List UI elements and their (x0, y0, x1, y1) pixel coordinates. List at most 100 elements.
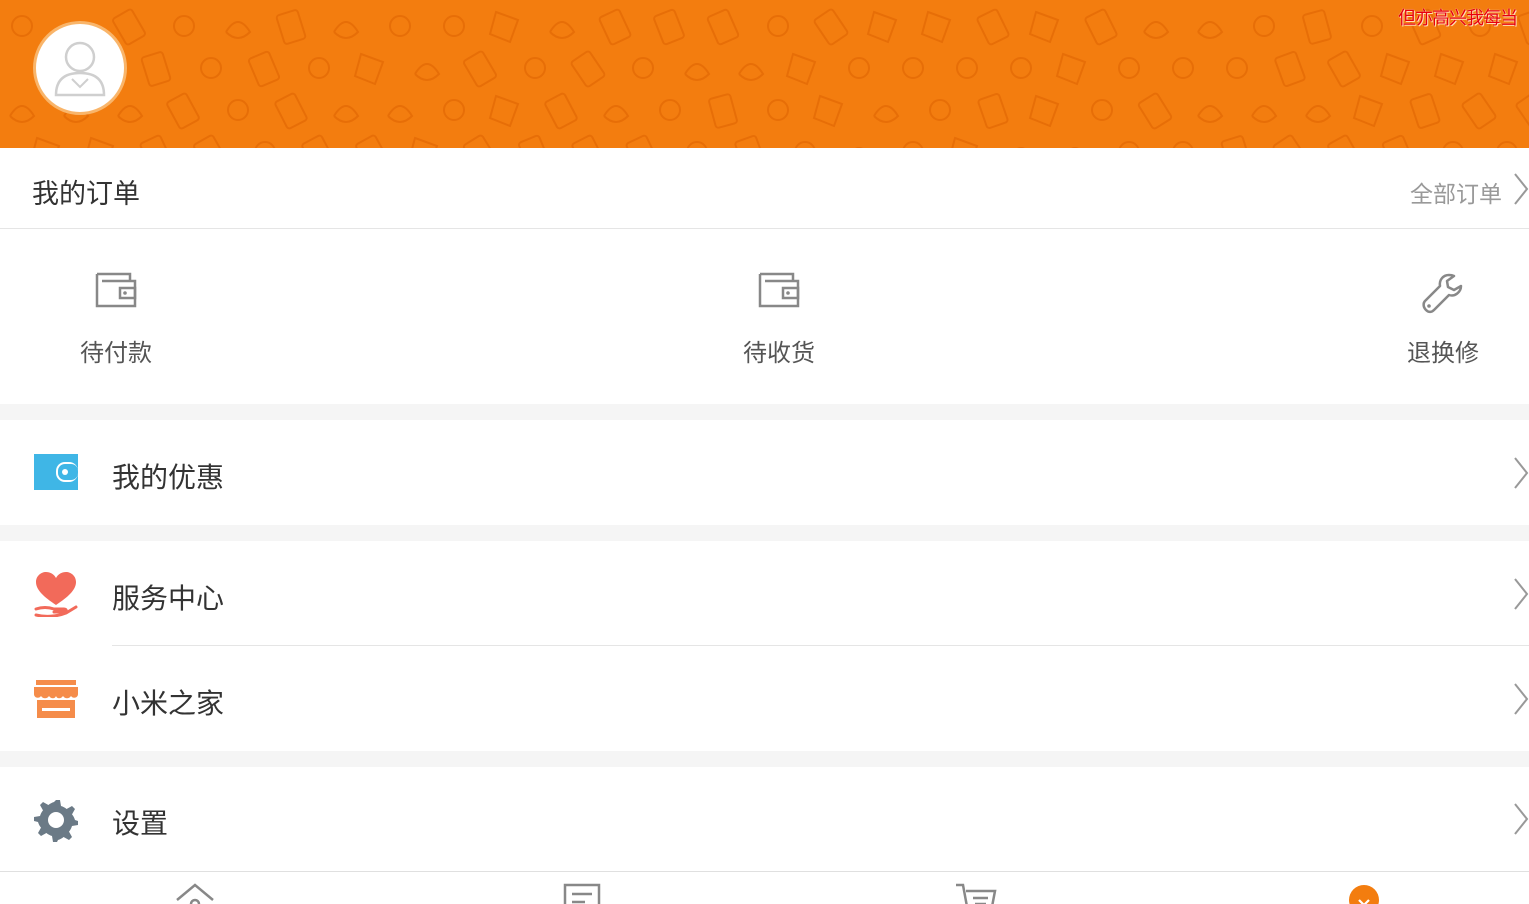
my-orders-header[interactable]: 我的订单 全部订单 (0, 148, 1529, 229)
pattern-doodle (603, 105, 630, 123)
pattern-doodle (389, 15, 411, 37)
pattern-doodle (355, 134, 389, 148)
pattern-doodle (659, 99, 681, 121)
order-item-label: 待收货 (743, 339, 815, 367)
pattern-doodle (684, 63, 711, 81)
user-avatar-icon (54, 41, 106, 97)
menu-row-settings[interactable]: 设置 (0, 767, 1529, 871)
pattern-doodle (173, 15, 195, 37)
pattern-doodle (11, 15, 33, 37)
pattern-doodle (1381, 134, 1415, 148)
pattern-doodle (488, 94, 520, 128)
profile-icon[interactable] (1348, 884, 1380, 904)
menu-label-coupons: 我的优惠 (112, 461, 225, 494)
pattern-doodle (738, 63, 765, 81)
avatar[interactable] (33, 21, 127, 115)
pattern-doodle (301, 134, 335, 148)
pattern-doodle (1143, 21, 1170, 39)
wallet-icon (758, 272, 800, 308)
pattern-doodle (443, 15, 465, 37)
order-pending-payment[interactable]: 待付款 (36, 229, 196, 404)
pattern-doodle (9, 105, 36, 123)
order-pending-receipt[interactable]: 待收货 (699, 229, 859, 404)
menu-row-coupons[interactable]: 我的优惠 (0, 420, 1529, 525)
pattern-doodle (1220, 135, 1252, 148)
wallet-icon (95, 272, 137, 308)
pattern-doodle (274, 92, 308, 130)
all-orders-link[interactable]: 全部订单 (1410, 175, 1502, 209)
menu-group-service: 服务中心 小米之家 (0, 541, 1529, 751)
pattern-doodle (1137, 92, 1173, 130)
order-item-label: 待付款 (80, 339, 152, 367)
wrench-icon (1422, 273, 1463, 314)
pattern-doodle (767, 99, 789, 121)
pattern-doodle (708, 93, 738, 129)
pattern-doodle (571, 134, 605, 148)
pattern-doodle (193, 134, 227, 148)
pattern-doodle (33, 136, 61, 148)
pattern-doodle (387, 105, 414, 123)
pattern-doodle (570, 50, 606, 88)
pattern-doodle (1118, 57, 1140, 79)
pattern-doodle (227, 99, 249, 121)
marquee-text: 但亦高兴我每当 (1398, 8, 1518, 29)
pattern-doodle (1172, 57, 1194, 79)
gear-icon (34, 800, 78, 842)
pattern-doodle (1302, 9, 1332, 45)
pattern-doodle (1379, 52, 1411, 86)
bottom-tab-bar (0, 871, 1529, 904)
order-status-section: 待付款 待收货 退换修 (0, 229, 1529, 404)
cart-icon[interactable] (955, 882, 997, 904)
pattern-doodle (166, 92, 200, 130)
pattern-doodle (1305, 105, 1332, 123)
pattern-doodle (1327, 50, 1361, 88)
pattern-doodle (1433, 52, 1465, 86)
pattern-doodle (1084, 8, 1118, 46)
pattern-doodle (1010, 57, 1032, 79)
pattern-doodle (902, 57, 924, 79)
order-item-label: 退换修 (1407, 339, 1479, 367)
pattern-doodle (308, 57, 330, 79)
pattern-doodle (1361, 15, 1383, 37)
category-icon[interactable] (563, 882, 601, 904)
pattern-doodle (1197, 21, 1224, 39)
pattern-doodle (333, 21, 360, 39)
pattern-doodle (488, 10, 520, 44)
menu-label-mi-home: 小米之家 (112, 687, 225, 720)
pattern-doodle (414, 63, 441, 81)
chevron-right-icon (1514, 803, 1529, 835)
pattern-doodle (848, 57, 870, 79)
pattern-doodle (977, 93, 1009, 129)
pattern-doodle (443, 99, 465, 121)
pattern-doodle (1197, 105, 1224, 123)
pattern-doodle (225, 21, 252, 39)
my-orders-title: 我的订单 (32, 179, 140, 210)
pattern-doodle (353, 52, 385, 86)
pattern-doodle (87, 136, 115, 148)
profile-header: 但亦高兴我每当 (0, 0, 1529, 148)
pattern-doodle (1461, 92, 1497, 130)
pattern-doodle (200, 57, 222, 79)
pattern-doodle (598, 8, 632, 46)
pattern-doodle (873, 105, 900, 123)
pattern-doodle (463, 50, 497, 88)
pattern-doodle (1352, 94, 1384, 128)
pattern-doodle (1028, 94, 1060, 128)
pattern-doodle (951, 136, 979, 148)
order-returns-repairs[interactable]: 退换修 (1363, 229, 1523, 404)
pattern-doodle (734, 134, 766, 148)
menu-row-mi-home[interactable]: 小米之家 (0, 646, 1529, 751)
pattern-doodle (632, 57, 654, 79)
pattern-doodle (411, 136, 439, 148)
pattern-doodle (1517, 9, 1529, 45)
pattern-doodle (462, 134, 498, 148)
pattern-doodle (1272, 134, 1308, 148)
pattern-doodle (866, 10, 898, 44)
pattern-doodle (706, 8, 740, 46)
pattern-doodle (1487, 52, 1519, 86)
pattern-doodle (1274, 50, 1306, 88)
pattern-doodle (1409, 93, 1441, 129)
home-icon[interactable] (175, 882, 215, 904)
pattern-doodle (518, 134, 550, 148)
menu-row-service[interactable]: 服务中心 (0, 541, 1529, 646)
